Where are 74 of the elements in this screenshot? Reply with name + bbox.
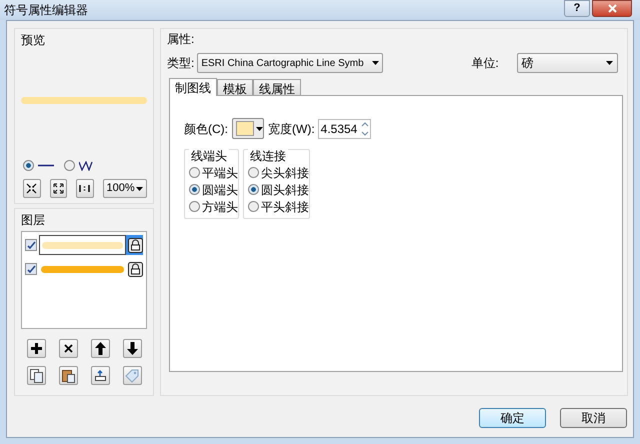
caret-icon — [606, 61, 613, 65]
close-button[interactable] — [592, 0, 632, 16]
width-label: 宽度(W): — [268, 120, 315, 138]
add-layer-button[interactable] — [26, 339, 46, 358]
zoom-out-button[interactable] — [50, 179, 67, 198]
tab[interactable]: 模板 — [217, 79, 253, 95]
caret-icon — [372, 61, 380, 65]
tab[interactable]: 线属性 — [253, 79, 301, 95]
checkmark-icon — [26, 240, 36, 250]
radio-button[interactable] — [189, 184, 200, 195]
dialog-button[interactable]: 取消 — [560, 408, 627, 428]
radio-button[interactable] — [248, 184, 259, 195]
paste-layer-button[interactable] — [58, 366, 78, 385]
help-button[interactable]: ? — [564, 0, 590, 16]
zigzag-line-icon — [79, 160, 93, 170]
move-layer-button[interactable] — [90, 366, 110, 385]
layer-row[interactable] — [25, 235, 143, 255]
dialog-button[interactable]: 确定 — [479, 408, 546, 428]
layer-row[interactable] — [25, 259, 143, 279]
layers-label: 图层 — [21, 212, 46, 229]
move-down-button[interactable] — [122, 339, 142, 358]
paste-icon — [62, 368, 74, 382]
checkbox[interactable] — [25, 239, 37, 251]
lock-icon[interactable] — [128, 262, 143, 276]
radio-label[interactable]: 尖头斜接 — [261, 164, 309, 182]
arrow-down-icon — [126, 342, 138, 355]
arrow-up-icon — [94, 342, 106, 355]
actual-size-icon — [79, 184, 90, 193]
radio-label[interactable]: 平端头 — [202, 164, 238, 182]
radio-button[interactable] — [189, 201, 200, 212]
caret-icon — [256, 126, 263, 130]
zoom-in-button[interactable] — [23, 179, 40, 198]
shrink-icon — [26, 183, 38, 194]
radio-label[interactable]: 平头斜接 — [261, 198, 309, 216]
copy-layer-button[interactable] — [26, 366, 46, 385]
checkmark-icon — [26, 264, 36, 274]
move-layer-icon — [94, 369, 106, 382]
unit-dropdown[interactable]: 磅 — [516, 53, 618, 73]
color-picker-button[interactable] — [232, 118, 264, 139]
caret-icon — [136, 186, 143, 190]
tag-button[interactable] — [122, 366, 142, 385]
type-label: 类型: — [167, 55, 194, 72]
color-label: 颜色(C): — [184, 120, 228, 138]
tag-icon — [125, 368, 139, 382]
lock-icon[interactable] — [128, 238, 143, 252]
close-icon — [608, 4, 616, 12]
window-title: 符号属性编辑器 — [4, 2, 88, 19]
checkbox[interactable] — [25, 263, 37, 275]
width-spinbox[interactable]: 4.5354 — [318, 118, 371, 138]
preview-label: 预览 — [21, 32, 46, 49]
move-up-button[interactable] — [90, 339, 110, 358]
radio-button[interactable] — [64, 160, 75, 171]
copy-icon — [30, 368, 42, 382]
group-label: 线端头 — [189, 149, 229, 164]
radio-label[interactable]: 圆端头 — [202, 180, 238, 198]
spin-arrows-icon — [360, 120, 370, 138]
type-dropdown[interactable]: ESRI China Cartographic Line Symb — [197, 53, 384, 73]
group-label: 线连接 — [248, 149, 288, 164]
properties-label: 属性: — [167, 31, 196, 48]
radio-label[interactable]: 方端头 — [202, 198, 238, 216]
unit-label: 单位: — [471, 55, 499, 72]
expand-icon — [52, 183, 64, 194]
zoom-dropdown[interactable]: 100% — [102, 179, 147, 198]
radio-button[interactable] — [248, 167, 259, 178]
tab[interactable]: 制图线 — [169, 78, 217, 96]
plus-icon — [30, 342, 42, 355]
radio-label[interactable]: 圆头斜接 — [261, 180, 309, 198]
actual-size-button[interactable] — [76, 179, 94, 198]
radio-button[interactable] — [23, 160, 34, 171]
straight-line-icon — [38, 164, 54, 167]
radio-button[interactable] — [248, 201, 259, 212]
radio-button[interactable] — [189, 167, 200, 178]
delete-layer-button[interactable] — [58, 339, 78, 358]
close-icon — [64, 344, 72, 353]
